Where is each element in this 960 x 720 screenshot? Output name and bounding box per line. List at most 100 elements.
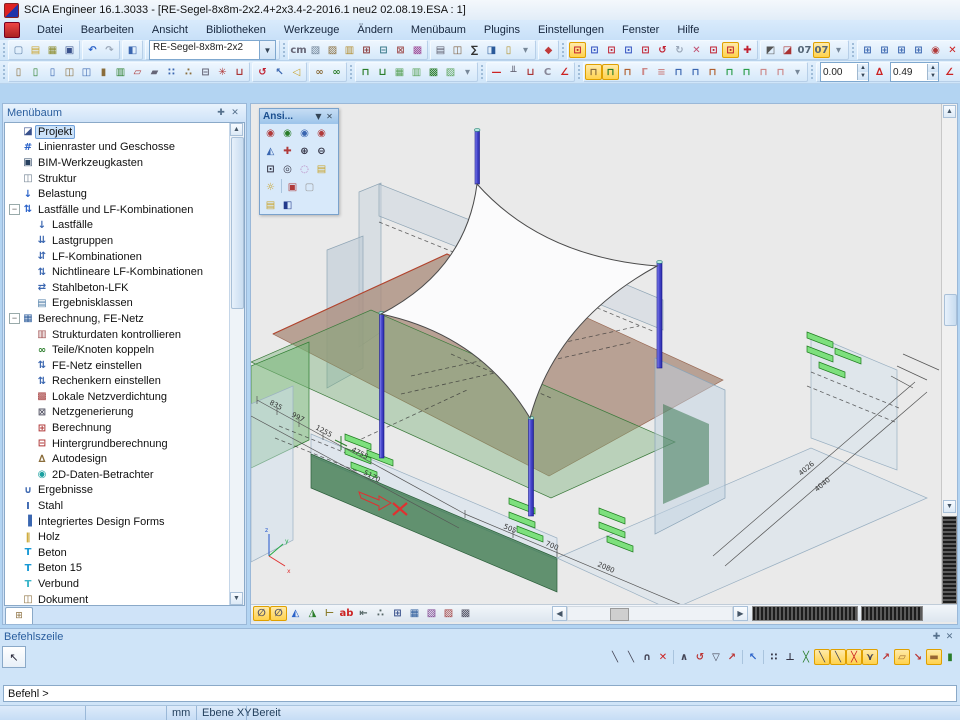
snap-tangent-icon[interactable]: ↘: [910, 649, 926, 665]
tree-item-bim-werkzeugkasten[interactable]: ▣BIM-Werkzeugkasten: [5, 155, 230, 171]
clip-plane-2-icon[interactable]: ∅: [270, 606, 287, 621]
show-dimensions-icon[interactable]: ⇤: [355, 606, 372, 621]
load-center-icon[interactable]: ✚: [739, 42, 756, 58]
tree-item-stahlbeton-lfk[interactable]: ⇄Stahlbeton-LFK: [5, 280, 230, 296]
redo-icon[interactable]: ↷: [101, 42, 118, 58]
chevron-down-icon[interactable]: ▼: [313, 112, 324, 121]
visibility-eye-icon[interactable]: ◉: [927, 42, 944, 58]
toolbar-grip[interactable]: [3, 65, 5, 79]
show-labels-icon[interactable]: ab: [338, 606, 355, 621]
clip-plane-1-icon[interactable]: ∅: [253, 606, 270, 621]
menu-menübaum[interactable]: Menübaum: [402, 22, 475, 38]
tree-item-2d-daten-betrachter[interactable]: ◉2D-Daten-Betrachter: [5, 467, 230, 483]
draw-hinge-icon[interactable]: ⊔: [522, 64, 539, 80]
add-wall-icon[interactable]: ◫: [78, 64, 95, 80]
move-load-icon[interactable]: ↺: [654, 42, 671, 58]
toolbar-grip[interactable]: [811, 65, 813, 79]
spin-up-icon[interactable]: ▲: [927, 64, 938, 72]
paste-window-icon[interactable]: ⊞: [893, 42, 910, 58]
pin-icon[interactable]: ✚: [930, 632, 943, 642]
tree-item-ergebnisse[interactable]: ∪Ergebnisse: [5, 483, 230, 499]
favourites-icon[interactable]: ◆: [540, 42, 557, 58]
tree-expander-icon[interactable]: −: [9, 204, 20, 215]
result-classes-icon[interactable]: ⊡: [637, 42, 654, 58]
toolbar-grip[interactable]: [3, 43, 5, 57]
axonometric-view-icon[interactable]: ▧: [307, 42, 324, 58]
tree-item-beton[interactable]: TBeton: [5, 545, 230, 561]
fkt-wall-a-icon[interactable]: ⊓: [585, 64, 602, 80]
project-combobox-value[interactable]: RE-Segel-8x8m-2x2: [149, 40, 260, 60]
active-loadcase-icon[interactable]: ⊡: [722, 42, 739, 58]
menu-hilfe[interactable]: Hilfe: [668, 22, 708, 38]
wired-model-icon[interactable]: ◧: [279, 197, 296, 213]
calculator-icon[interactable]: ∑: [466, 42, 483, 58]
layer-07-on-icon[interactable]: 07: [813, 42, 830, 58]
tree-item-berechnung[interactable]: ⊞Berechnung: [5, 420, 230, 436]
toolbar-grip[interactable]: [578, 65, 580, 79]
command-input[interactable]: Befehl >: [3, 685, 957, 702]
paperspace-gallery-icon[interactable]: ⊠: [392, 42, 409, 58]
undo-icon[interactable]: ↶: [84, 42, 101, 58]
add-intpoint-icon[interactable]: ∷: [163, 64, 180, 80]
copy-window-icon[interactable]: ⊞: [876, 42, 893, 58]
tree-tab[interactable]: ⊞: [5, 607, 33, 624]
tree-item-linienraster-und-geschosse[interactable]: #Linienraster und Geschosse: [5, 140, 230, 156]
snap-off-icon[interactable]: ✕: [655, 649, 671, 665]
fkt-wall-c-icon[interactable]: ⊓: [619, 64, 636, 80]
fast-adjust-icon[interactable]: ▦: [406, 606, 423, 621]
zoom-window-icon[interactable]: ⊡: [262, 161, 279, 177]
copy-load-icon[interactable]: ↻: [671, 42, 688, 58]
mesh-display-icon[interactable]: ▨: [440, 606, 457, 621]
menu-bearbeiten[interactable]: Bearbeiten: [72, 22, 143, 38]
chevron-down-icon[interactable]: ▼: [260, 40, 276, 60]
add-catalogue-icon[interactable]: ⊔: [231, 64, 248, 80]
cursor-snap-setup-icon[interactable]: ↖: [745, 649, 761, 665]
pin-icon[interactable]: ✚: [214, 108, 228, 118]
tree-item-hintergrundberechnung[interactable]: ⊟Hintergrundberechnung: [5, 436, 230, 452]
snap-arc-icon[interactable]: ↺: [692, 649, 708, 665]
cut-load-icon[interactable]: ✕: [688, 42, 705, 58]
fkt-block-c-icon[interactable]: ⊓: [704, 64, 721, 80]
print-preview-icon[interactable]: ◫: [449, 42, 466, 58]
menu-einstellungen[interactable]: Einstellungen: [529, 22, 613, 38]
tree-item-projekt[interactable]: ◪Projekt: [5, 124, 230, 140]
connect-members-icon[interactable]: ⊓: [357, 64, 374, 80]
copy-add-window-icon[interactable]: ⊞: [859, 42, 876, 58]
tree-item-rechenkern-einstellen[interactable]: ⇅Rechenkern einstellen: [5, 374, 230, 390]
toolbar-grip[interactable]: [481, 65, 483, 79]
snap-perpendicular-icon[interactable]: ▽: [708, 649, 724, 665]
zoom-in-icon[interactable]: ⊕: [296, 143, 313, 159]
rotation-apply-icon[interactable]: ∆: [871, 64, 888, 80]
zoom-all-icon[interactable]: ◎: [279, 161, 296, 177]
tree-item-lastfälle[interactable]: ↓Lastfälle: [5, 218, 230, 234]
add-column-icon[interactable]: ▯: [44, 64, 61, 80]
view-xz-icon[interactable]: ◉: [296, 125, 313, 141]
grid-lines-icon[interactable]: ⊥: [782, 649, 798, 665]
tree-item-strukturdaten-kontrollieren[interactable]: ▥Strukturdaten kontrollieren: [5, 327, 230, 343]
member-recalc-icon[interactable]: ▨: [442, 64, 459, 80]
view-axo-icon[interactable]: ◉: [262, 125, 279, 141]
fkt-frame-icon[interactable]: Γ: [636, 64, 653, 80]
mesh-view-icon[interactable]: ⊞: [358, 42, 375, 58]
deselect-icon[interactable]: ◁: [288, 64, 305, 80]
snap-edge-icon[interactable]: ↗: [878, 649, 894, 665]
report-template-icon[interactable]: ▯: [500, 42, 517, 58]
select-by-cursor-icon[interactable]: ↖: [271, 64, 288, 80]
menu-ansicht[interactable]: Ansicht: [143, 22, 197, 38]
snap-endpoints-icon[interactable]: ╲: [814, 649, 830, 665]
scroll-up-icon[interactable]: ▲: [230, 123, 243, 136]
tree-item-lf-kombinationen[interactable]: ⇵LF-Kombinationen: [5, 249, 230, 265]
menu-plugins[interactable]: Plugins: [475, 22, 529, 38]
show-loads-icon[interactable]: ◮: [304, 606, 321, 621]
disconnect-members-icon[interactable]: ⊔: [374, 64, 391, 80]
add-beam-icon[interactable]: ▯: [27, 64, 44, 80]
scroll-left-icon[interactable]: ◀: [552, 606, 567, 621]
zoom-out-icon[interactable]: ⊖: [313, 143, 330, 159]
palette-titlebar[interactable]: Ansi... ▼ ✕: [260, 109, 338, 124]
paste-load-icon[interactable]: ⊡: [705, 42, 722, 58]
spin-down-icon[interactable]: ▼: [927, 72, 938, 80]
grid-points-icon[interactable]: ∷: [766, 649, 782, 665]
view-settings-icon[interactable]: ▩: [457, 606, 474, 621]
view-wireframe-icon[interactable]: ◭: [262, 143, 279, 159]
3d-viewport[interactable]: 835 997 1255 4755 5170 505 700 2080 4026…: [250, 103, 958, 625]
